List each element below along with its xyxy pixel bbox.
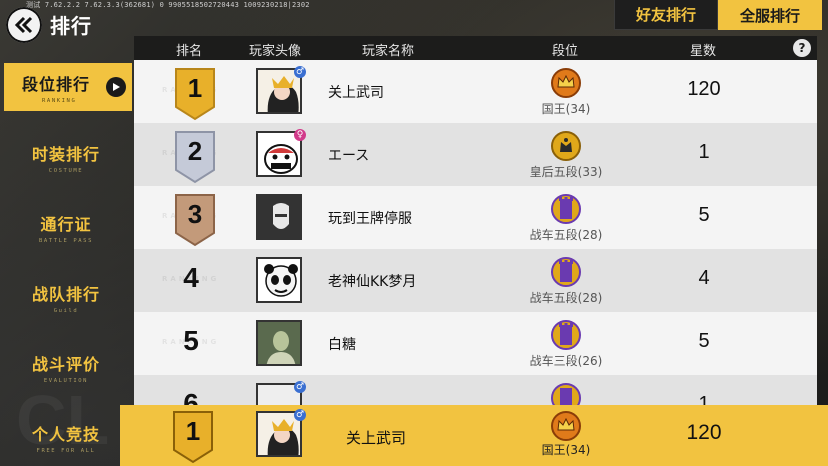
rook-tier-icon bbox=[551, 194, 581, 224]
table-row[interactable]: RANKING 5 白糖 战车三段(26) 5 bbox=[134, 312, 817, 375]
king-tier-icon bbox=[551, 68, 581, 98]
star-count: 5 bbox=[698, 330, 710, 352]
version-text: 测试 7.62.2.2 7.62.3.3(362681) 0 990551850… bbox=[26, 1, 310, 9]
gender-male-icon: ♂ bbox=[294, 409, 306, 421]
rank-number: 4 bbox=[183, 262, 199, 293]
sidebar-item-evaluation[interactable]: 战斗评价 EVALUTION bbox=[0, 342, 132, 392]
gender-male-icon: ♂ bbox=[294, 66, 306, 78]
help-icon[interactable]: ? bbox=[793, 39, 811, 57]
player-name: 玩到王牌停服 bbox=[328, 211, 412, 227]
table-row[interactable]: RANKING 4 老神仙KK梦月 战车五段(28) 4 bbox=[134, 249, 817, 312]
star-count: 120 bbox=[687, 78, 721, 100]
player-name: 白糖 bbox=[328, 337, 356, 353]
ranking-list: RANKING 1 ♂ 关上武司 国王(34) 120 RANKING bbox=[134, 60, 817, 405]
tier-label: 皇后五段(33) bbox=[529, 165, 603, 179]
star-count: 1 bbox=[698, 393, 710, 405]
my-rank-row[interactable]: 1 ♂ 关上武司 国王(34) 120 bbox=[120, 405, 828, 466]
sidebar-item-costume[interactable]: 时装排行 COSTUME bbox=[0, 132, 132, 182]
player-name: エース bbox=[328, 148, 370, 164]
table-header: 排名 玩家头像 玩家名称 段位 星数 ? bbox=[134, 36, 817, 60]
rank-badge-gold: 1 bbox=[168, 410, 218, 464]
rook-tier-icon bbox=[551, 257, 581, 287]
star-count: 4 bbox=[698, 267, 710, 289]
table-row[interactable]: 6 ♂ 1 bbox=[134, 375, 817, 405]
tier-label: 战车三段(26) bbox=[529, 354, 603, 368]
tab-server-ranking[interactable]: 全服排行 bbox=[718, 0, 822, 30]
table-row[interactable]: RANKING 1 ♂ 关上武司 国王(34) 120 bbox=[134, 60, 817, 123]
player-name: 关上武司 bbox=[346, 429, 407, 447]
column-avatar: 玩家头像 bbox=[249, 44, 302, 59]
column-tier: 段位 bbox=[552, 44, 579, 59]
column-stars: 星数 bbox=[690, 44, 717, 59]
tab-friends-ranking[interactable]: 好友排行 bbox=[614, 0, 718, 30]
avatar[interactable] bbox=[256, 194, 302, 240]
double-chevron-left-icon bbox=[14, 16, 33, 34]
avatar[interactable] bbox=[256, 257, 302, 303]
avatar[interactable] bbox=[256, 320, 302, 366]
column-rank: 排名 bbox=[176, 44, 203, 59]
sidebar-item-battle-pass[interactable]: 通行证 BATTLE PASS bbox=[0, 202, 132, 252]
rank-badge-gold: 1 bbox=[170, 67, 220, 121]
gender-female-icon: ♀ bbox=[294, 129, 306, 141]
table-row[interactable]: RANKING 3 玩到王牌停服 战车五段(28) 5 bbox=[134, 186, 817, 249]
player-name: 关上武司 bbox=[328, 85, 384, 101]
player-name: 老神仙KK梦月 bbox=[328, 274, 417, 290]
rank-badge-bronze: 3 bbox=[170, 193, 220, 247]
table-row[interactable]: RANKING 2 ♀ エース 皇后五段(33) 1 bbox=[134, 123, 817, 186]
rank-number: 5 bbox=[183, 325, 199, 356]
sidebar-item-free-for-all[interactable]: 个人竞技 FREE FOR ALL bbox=[0, 412, 132, 462]
star-count: 120 bbox=[686, 421, 722, 444]
queen-tier-icon bbox=[551, 131, 581, 161]
play-icon bbox=[106, 77, 126, 97]
sidebar-item-guild[interactable]: 战队排行 Guild bbox=[0, 272, 132, 322]
rook-tier-icon bbox=[551, 320, 581, 350]
column-name: 玩家名称 bbox=[362, 44, 415, 59]
tier-label: 战车五段(28) bbox=[529, 291, 603, 305]
rank-number: 6 bbox=[183, 388, 199, 405]
tier-label: 国王(34) bbox=[541, 102, 591, 116]
star-count: 5 bbox=[698, 204, 710, 226]
tier-label: 战车五段(28) bbox=[529, 228, 603, 242]
tier-label: 国王(34) bbox=[541, 443, 591, 457]
king-tier-icon bbox=[551, 411, 581, 441]
sidebar-item-ranking[interactable]: 段位排行 RANKING bbox=[4, 63, 132, 111]
gender-male-icon: ♂ bbox=[294, 381, 306, 393]
star-count: 1 bbox=[698, 141, 710, 163]
rook-tier-icon bbox=[551, 383, 581, 405]
back-button[interactable] bbox=[6, 7, 42, 43]
rank-badge-silver: 2 bbox=[170, 130, 220, 184]
page-title: 排行 bbox=[50, 14, 92, 38]
